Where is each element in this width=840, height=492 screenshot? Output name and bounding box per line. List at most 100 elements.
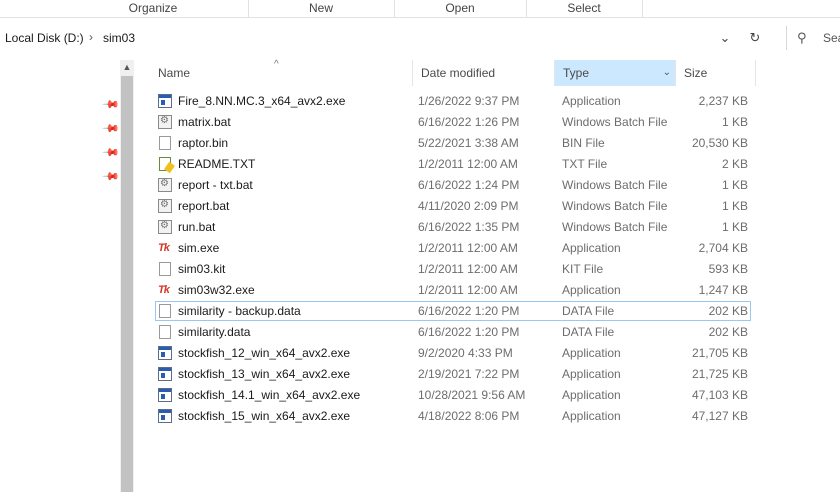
pin-icon[interactable]: 📌 — [101, 143, 120, 162]
file-row[interactable]: stockfish_15_win_x64_avx2.exe 4/18/2022 8… — [155, 406, 751, 426]
file-type: BIN File — [562, 136, 605, 150]
file-row[interactable]: similarity.data 6/16/2022 1:20 PM DATA Fil… — [155, 322, 751, 342]
refresh-button[interactable]: ↻ — [744, 27, 766, 49]
file-row[interactable]: Tk sim03w32.exe 1/2/2011 12:00 AM Applicati… — [155, 280, 751, 300]
ribbon-group-organize: Organize — [58, 0, 249, 17]
file-name: report.bat — [178, 199, 230, 213]
column-header-date-modified[interactable]: Date modified — [412, 60, 555, 86]
file-date-modified: 2/19/2021 7:22 PM — [418, 367, 520, 381]
file-icon — [159, 262, 171, 276]
file-type: Application — [562, 283, 621, 297]
file-row[interactable]: stockfish_13_win_x64_avx2.exe 2/19/2021 7… — [155, 364, 751, 384]
batch-file-icon — [158, 220, 172, 234]
file-name: matrix.bat — [178, 115, 231, 129]
column-header-name[interactable]: Name ^ — [150, 59, 412, 86]
navigation-pane: 📌 📌 📌 📌 — [0, 56, 120, 492]
file-size: 1,247 KB — [698, 283, 748, 297]
search-icon: ⚲ — [797, 30, 807, 45]
file-date-modified: 6/16/2022 1:20 PM — [418, 304, 520, 318]
application-icon — [158, 367, 172, 381]
file-size: 1 KB — [721, 178, 748, 192]
tk-app-icon: Tk — [158, 284, 170, 296]
file-type: Application — [562, 388, 621, 402]
file-name: sim03.kit — [178, 262, 226, 276]
file-icon — [159, 136, 171, 150]
application-icon — [158, 94, 172, 108]
breadcrumb[interactable]: Local Disk (D:) › sim03 — [0, 23, 742, 55]
column-header-type-label: Type — [563, 66, 590, 80]
column-header-type[interactable]: Type ⌄ — [555, 60, 676, 86]
file-row[interactable]: README.TXT 1/2/2011 12:00 AM TXT File 2 KB — [155, 154, 751, 174]
breadcrumb-sim03[interactable]: sim03 — [103, 31, 135, 45]
scrollbar-thumb[interactable] — [121, 76, 133, 492]
pin-icon[interactable]: 📌 — [101, 95, 120, 114]
pin-icon[interactable]: 📌 — [101, 119, 120, 138]
chevron-right-icon[interactable]: › — [89, 30, 93, 44]
file-row[interactable]: stockfish_12_win_x64_avx2.exe 9/2/2020 4:… — [155, 343, 751, 363]
application-icon — [158, 388, 172, 402]
refresh-icon: ↻ — [749, 30, 761, 45]
file-row[interactable]: report.bat 4/11/2020 2:09 PM Windows Batch… — [155, 196, 751, 216]
file-type: Application — [562, 409, 621, 423]
file-size: 2 KB — [721, 157, 748, 171]
file-size: 1 KB — [721, 199, 748, 213]
file-date-modified: 9/2/2020 4:33 PM — [418, 346, 513, 360]
file-date-modified: 1/2/2011 12:00 AM — [418, 283, 518, 297]
file-date-modified: 1/2/2011 12:00 AM — [418, 157, 518, 171]
file-date-modified: 1/26/2022 9:37 PM — [418, 94, 520, 108]
file-size: 1 KB — [721, 220, 748, 234]
text-file-icon — [159, 157, 171, 171]
search-placeholder: Sea — [823, 31, 840, 45]
column-header-date-label: Date modified — [421, 66, 496, 80]
navigation-scrollbar[interactable]: ▲ — [120, 60, 134, 492]
file-date-modified: 4/18/2022 8:06 PM — [418, 409, 520, 423]
file-row[interactable]: stockfish_14.1_win_x64_avx2.exe 10/28/202… — [155, 385, 751, 405]
file-name: report - txt.bat — [178, 178, 253, 192]
file-row[interactable]: run.bat 6/16/2022 1:35 PM Windows Batch Fi… — [155, 217, 751, 237]
file-name: stockfish_14.1_win_x64_avx2.exe — [178, 388, 361, 402]
history-dropdown-button[interactable]: ⌄ — [714, 27, 736, 49]
column-header-name-label: Name — [158, 66, 191, 80]
ribbon-group-new: New — [248, 0, 395, 17]
batch-file-icon — [158, 178, 172, 192]
file-row[interactable]: matrix.bat 6/16/2022 1:26 PM Windows Batch… — [155, 112, 751, 132]
file-row[interactable]: similarity - backup.data 6/16/2022 1:20 P… — [155, 301, 751, 321]
file-size: 20,530 KB — [691, 136, 748, 150]
pin-icon[interactable]: 📌 — [101, 167, 120, 186]
file-row[interactable]: report - txt.bat 6/16/2022 1:24 PM Windows… — [155, 175, 751, 195]
file-name: similarity - backup.data — [178, 304, 301, 318]
breadcrumb-local-disk[interactable]: Local Disk (D:) — [5, 31, 84, 45]
batch-file-icon — [158, 115, 172, 129]
file-type: Windows Batch File — [562, 220, 668, 234]
file-size: 2,704 KB — [698, 241, 748, 255]
chevron-down-icon[interactable]: ⌄ — [663, 60, 671, 86]
file-name: stockfish_13_win_x64_avx2.exe — [178, 367, 351, 381]
file-type: Application — [562, 367, 621, 381]
file-size: 202 KB — [708, 304, 748, 318]
file-size: 2,237 KB — [698, 94, 748, 108]
column-header-row: Name ^ Date modified Type ⌄ Size — [150, 59, 760, 86]
file-type: TXT File — [562, 157, 608, 171]
application-icon — [158, 409, 172, 423]
file-size: 47,127 KB — [691, 409, 748, 423]
file-date-modified: 4/11/2020 2:09 PM — [418, 199, 519, 213]
tk-app-icon: Tk — [158, 242, 170, 254]
column-header-size[interactable]: Size — [676, 60, 756, 86]
file-date-modified: 6/16/2022 1:20 PM — [418, 325, 520, 339]
batch-file-icon — [158, 199, 172, 213]
search-box[interactable]: ⚲ Sea — [786, 26, 840, 50]
file-type: Windows Batch File — [562, 199, 668, 213]
scroll-up-arrow-icon[interactable]: ▲ — [122, 62, 132, 72]
address-bar: Local Disk (D:) › sim03 ⌄ ↻ ⚲ Sea — [0, 23, 840, 55]
file-row[interactable]: raptor.bin 5/22/2021 3:38 AM BIN File 20,53… — [155, 133, 751, 153]
file-name: similarity.data — [178, 325, 251, 339]
file-row[interactable]: Tk sim.exe 1/2/2011 12:00 AM Application 2,7… — [155, 238, 751, 258]
file-type: DATA File — [562, 325, 615, 339]
file-name: sim03w32.exe — [178, 283, 255, 297]
file-row[interactable]: Fire_8.NN.MC.3_x64_avx2.exe 1/26/2022 9:3… — [155, 91, 751, 111]
file-size: 202 KB — [708, 325, 748, 339]
ribbon-group-labels: Organize New Open Select — [0, 0, 840, 18]
column-header-size-label: Size — [684, 66, 708, 80]
file-name: stockfish_12_win_x64_avx2.exe — [178, 346, 351, 360]
file-row[interactable]: sim03.kit 1/2/2011 12:00 AM KIT File 593 KB — [155, 259, 751, 279]
